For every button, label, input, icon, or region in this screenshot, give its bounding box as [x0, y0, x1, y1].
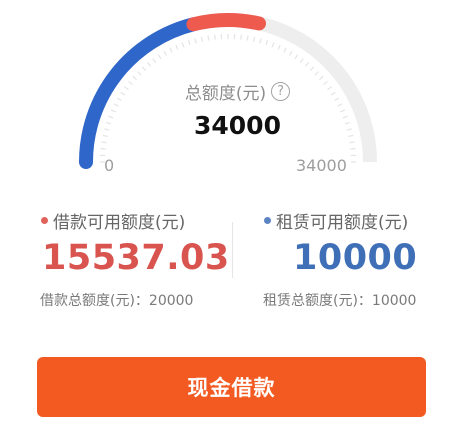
gauge-tick: [128, 80, 133, 86]
gauge-min-label: 0: [104, 156, 115, 175]
gauge-tick: [169, 47, 173, 53]
gauge-tick: [337, 103, 343, 107]
gauge-tick: [108, 115, 114, 119]
gauge-tick: [146, 62, 152, 67]
loan-available-label: 借款可用额度(元): [41, 208, 185, 233]
gauge-tick: [252, 36, 256, 42]
gauge-tick: [194, 38, 197, 44]
cash-loan-button[interactable]: 现金借款: [37, 357, 426, 417]
gauge-tick: [340, 109, 346, 113]
gauge-tick: [181, 42, 185, 48]
gauge-arc-red: [186, 13, 266, 32]
column-divider: [232, 222, 233, 278]
gauge-tick: [259, 38, 262, 44]
gauge-tick: [349, 141, 355, 144]
gauge-tick: [288, 50, 293, 56]
gauge-tick: [175, 44, 179, 50]
gauge-tick: [113, 103, 119, 107]
lease-total-text: 租赁总额度(元)：10000: [263, 293, 417, 309]
help-icon[interactable]: ?: [271, 82, 291, 101]
gauge-tick: [327, 86, 332, 91]
total-credit-label: 总额度(元): [184, 84, 267, 104]
gauge-tick: [314, 71, 319, 76]
lease-available-text: 租赁可用额度(元): [276, 213, 409, 233]
gauge-tick: [271, 42, 275, 48]
gauge-tick: [346, 128, 352, 131]
gauge-tick: [277, 44, 281, 50]
gauge-tick: [304, 62, 310, 67]
gauge-tick: [299, 58, 304, 63]
gauge-tick: [330, 91, 336, 96]
gauge-tick: [348, 134, 354, 138]
lease-available-value: 10000: [293, 238, 418, 278]
gauge-tick: [141, 66, 147, 71]
gauge-tick: [200, 36, 204, 42]
gauge-tick: [246, 35, 249, 41]
gauge-tick: [124, 86, 129, 91]
total-credit-value: 34000: [194, 111, 281, 140]
lease-dot-icon: [264, 217, 271, 224]
gauge-tick: [265, 40, 269, 46]
total-credit-title: 总额度(元) ?: [150, 79, 325, 104]
gauge-tick: [106, 121, 112, 125]
gauge-tick: [283, 47, 287, 53]
gauge-tick: [294, 54, 299, 60]
gauge-tick: [132, 75, 137, 81]
gauge-tick: [152, 58, 157, 63]
gauge-tick: [240, 34, 242, 40]
gauge-tick: [187, 40, 191, 46]
gauge-tick: [137, 71, 142, 76]
gauge-tick: [120, 91, 126, 96]
loan-available-text: 借款可用额度(元): [53, 213, 186, 233]
gauge-max-label: 34000: [296, 156, 347, 175]
gauge-tick: [116, 97, 122, 102]
lease-available-label: 租赁可用额度(元): [264, 208, 408, 233]
loan-total-text: 借款总额度(元)：20000: [40, 293, 194, 309]
loan-dot-icon: [41, 217, 48, 224]
gauge-tick: [334, 97, 340, 102]
gauge-tick: [101, 141, 107, 144]
gauge-tick: [342, 115, 348, 119]
gauge-tick: [110, 109, 116, 113]
gauge-tick: [163, 50, 168, 56]
gauge-tick: [214, 34, 216, 40]
gauge-tick: [100, 148, 106, 150]
gauge-tick: [207, 35, 210, 41]
gauge-tick: [344, 121, 350, 125]
gauge-tick: [157, 54, 162, 60]
gauge-tick: [102, 134, 108, 138]
gauge-tick: [309, 66, 315, 71]
gauge-tick: [350, 148, 356, 150]
gauge-tick: [104, 128, 110, 131]
loan-available-value: 15537.03: [42, 238, 230, 278]
